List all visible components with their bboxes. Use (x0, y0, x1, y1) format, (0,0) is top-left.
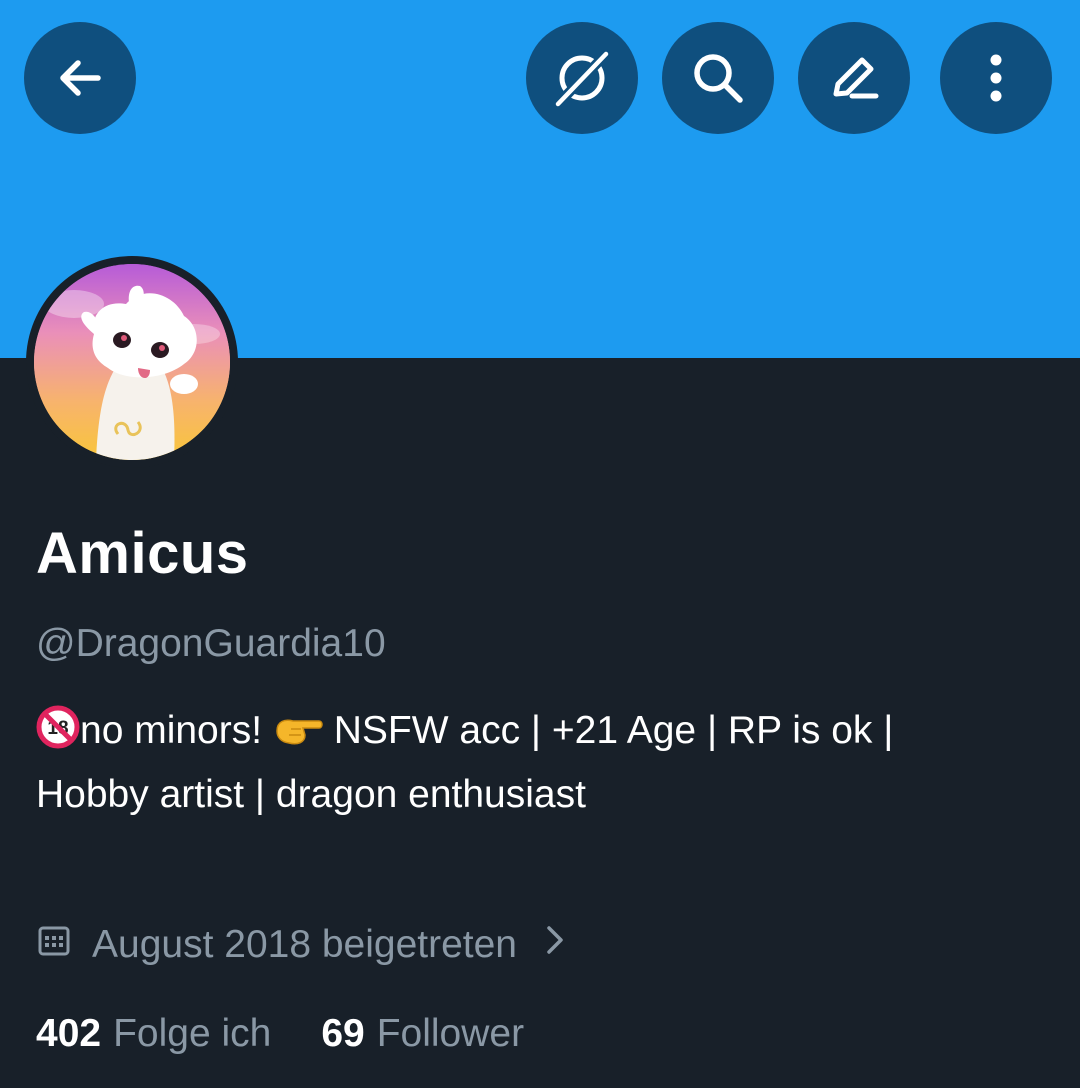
edit-pencil-icon (833, 57, 879, 99)
chevron-right-icon (543, 922, 567, 968)
following-label: Folge ich (113, 1012, 272, 1055)
profile-bio: 18 no minors! NSFW acc | +21 Age | RP is… (36, 702, 1046, 824)
search-icon (694, 54, 743, 103)
display-name: Amicus (36, 521, 249, 586)
bio-text-3: Hobby artist | dragon enthusiast (36, 773, 586, 816)
grok-icon (554, 50, 610, 108)
back-arrow-icon (60, 60, 101, 96)
profile-page: Amicus @DragonGuardia10 18 no minors! NS… (0, 0, 1080, 1088)
grok-button[interactable] (526, 22, 638, 134)
no-under-18-icon: 18 (36, 705, 80, 766)
avatar-illustration (34, 264, 230, 460)
calendar-icon (36, 922, 72, 968)
followers-label: Follower (376, 1012, 525, 1055)
search-button[interactable] (662, 22, 774, 134)
followers-count: 69 (321, 1012, 365, 1055)
following-link[interactable]: 402 Folge ich (36, 1012, 271, 1056)
more-options-button[interactable] (940, 22, 1052, 134)
more-vertical-icon (990, 54, 1002, 102)
follow-stats: 402 Folge ich 69 Follower (36, 1012, 574, 1056)
followers-link[interactable]: 69 Follower (321, 1012, 524, 1056)
bio-text-2: NSFW acc | +21 Age | RP is ok | (322, 709, 894, 752)
following-count: 402 (36, 1012, 102, 1055)
bio-text-1: no minors! (80, 709, 273, 752)
avatar[interactable] (26, 256, 238, 468)
user-handle: @DragonGuardia10 (36, 622, 386, 665)
joined-date-text: August 2018 beigetreten (92, 923, 518, 966)
edit-button[interactable] (798, 22, 910, 134)
joined-date-row[interactable]: August 2018 beigetreten (36, 922, 567, 968)
pointing-hand-icon (273, 708, 323, 766)
avatar-image (34, 264, 230, 460)
back-button[interactable] (24, 22, 136, 134)
